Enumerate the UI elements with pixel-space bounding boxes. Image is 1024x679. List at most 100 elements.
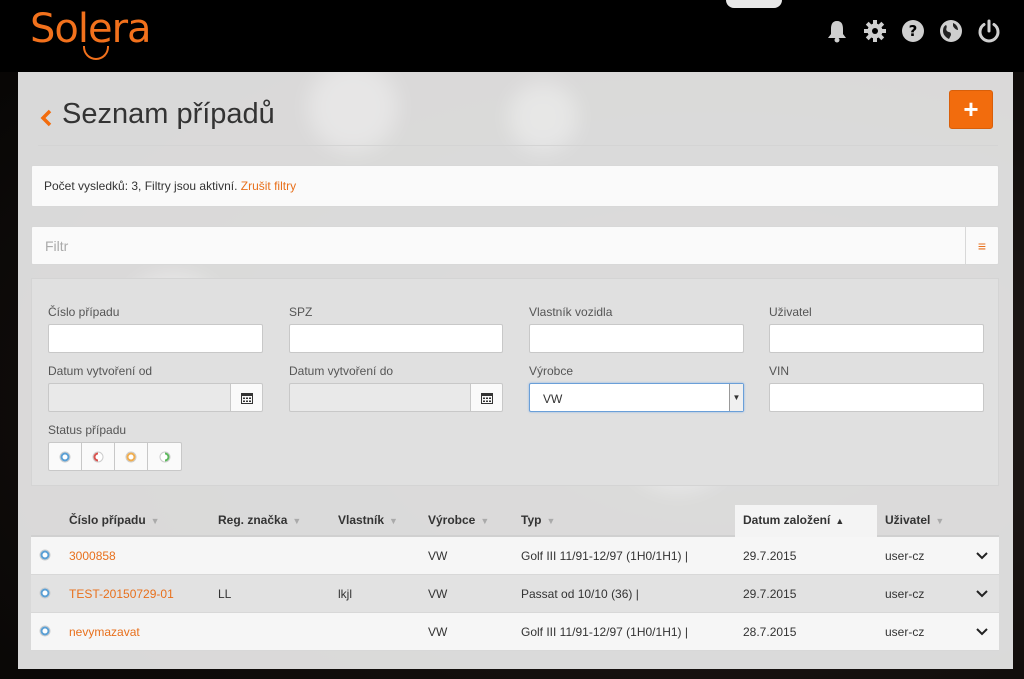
status-green-icon <box>159 451 170 462</box>
globe-icon[interactable] <box>938 18 964 44</box>
user-cell: user-cz <box>885 549 925 563</box>
status-orange-toggle[interactable] <box>115 443 148 470</box>
sort-caret-icon: ▼ <box>389 516 398 526</box>
calendar-icon <box>240 392 253 404</box>
sort-asc-icon: ▲ <box>835 516 845 526</box>
created-to-input[interactable] <box>289 383 471 412</box>
results-info: Počet vysledků: 3, Filtry jsou aktivní. … <box>31 165 999 207</box>
top-pull-tab[interactable] <box>726 0 782 8</box>
type-cell: Golf III 11/91-12/97 (1H0/1H1) | <box>521 625 688 639</box>
created-from-input[interactable] <box>48 383 231 412</box>
status-blue-icon <box>39 587 51 599</box>
filter-input[interactable] <box>32 227 966 264</box>
manufacturer-cell: VW <box>428 549 448 563</box>
sort-caret-icon: ▼ <box>546 516 556 526</box>
owner-cell: lkjl <box>338 587 352 601</box>
menu-icon: ≡ <box>977 237 987 254</box>
top-bar: Solera ? <box>0 0 1024 72</box>
add-case-button[interactable]: + <box>949 90 993 129</box>
vin-input[interactable] <box>769 383 984 412</box>
user-cell: user-cz <box>885 625 925 639</box>
top-icons: ? <box>824 18 1002 44</box>
expand-chevron-icon[interactable] <box>975 587 989 601</box>
col-type[interactable]: Typ ▼ <box>513 505 555 537</box>
page-title: Seznam případů <box>62 98 275 130</box>
gear-icon[interactable] <box>862 18 888 44</box>
created-from-label: Datum vytvoření od <box>48 364 153 378</box>
vin-label: VIN <box>769 364 790 378</box>
page-header: Seznam případů <box>38 90 998 146</box>
created-from-calendar-button[interactable] <box>230 383 263 412</box>
table-header: Číslo případu ▼ Reg. značka ▼ Vlastník ▼ Vý… <box>31 505 999 537</box>
table-row[interactable]: nevymazavat VW Golf III 11/91-12/97 (1H0… <box>31 613 999 651</box>
svg-text:?: ? <box>909 22 918 40</box>
sort-caret-icon: ▼ <box>935 516 945 526</box>
date-cell: 28.7.2015 <box>743 625 797 639</box>
status-toggle-group <box>48 442 182 471</box>
sort-caret-icon: ▼ <box>150 516 160 526</box>
case-number-link[interactable]: nevymazavat <box>69 613 140 651</box>
col-label: Vlastník <box>338 513 385 527</box>
owner-input[interactable] <box>529 324 744 353</box>
plate-cell: LL <box>218 587 232 601</box>
col-label: Datum založení <box>743 513 831 527</box>
status-red-icon <box>92 451 104 462</box>
status-label: Status případu <box>48 423 127 437</box>
filter-menu-button[interactable]: ≡ <box>965 227 998 264</box>
power-icon[interactable] <box>976 18 1002 44</box>
manufacturer-cell: VW <box>428 587 448 601</box>
logo-arc <box>83 46 109 60</box>
type-cell: Golf III 11/91-12/97 (1H0/1H1) | <box>521 549 688 563</box>
date-cell: 29.7.2015 <box>743 549 797 563</box>
results-info-text: Počet vysledků: 3, Filtry jsou aktivní. <box>44 179 238 193</box>
help-icon[interactable]: ? <box>900 18 926 44</box>
status-blue-icon <box>39 549 51 561</box>
status-blue-icon <box>39 625 51 637</box>
clear-filters-link[interactable]: Zrušit filtry <box>241 179 296 193</box>
col-label: Uživatel <box>885 513 931 527</box>
status-red-toggle[interactable] <box>82 443 115 470</box>
col-user[interactable]: Uživatel ▼ <box>877 505 944 537</box>
col-label: Reg. značka <box>218 513 288 527</box>
table-row[interactable]: 3000858 VW Golf III 11/91-12/97 (1H0/1H1… <box>31 537 999 575</box>
manufacturer-value: VW <box>543 392 563 406</box>
case-number-input[interactable] <box>48 324 263 353</box>
type-cell: Passat od 10/10 (36) | <box>521 587 639 601</box>
case-number-link[interactable]: TEST-20150729-01 <box>69 575 174 613</box>
created-to-calendar-button[interactable] <box>470 383 503 412</box>
col-manufacturer[interactable]: Výrobce ▼ <box>420 505 489 537</box>
filter-bar: ≡ <box>31 226 999 265</box>
status-green-toggle[interactable] <box>148 443 181 470</box>
user-cell: user-cz <box>885 587 925 601</box>
col-created-date[interactable]: Datum založení ▲ <box>735 505 877 537</box>
back-chevron-icon[interactable] <box>38 106 54 130</box>
manufacturer-select[interactable]: VW ▼ <box>529 383 744 412</box>
manufacturer-label: Výrobce <box>529 364 574 378</box>
date-cell: 29.7.2015 <box>743 587 797 601</box>
calendar-icon <box>480 392 493 404</box>
status-open-toggle[interactable] <box>49 443 82 470</box>
col-label: Typ <box>521 513 542 527</box>
manufacturer-cell: VW <box>428 625 448 639</box>
col-owner[interactable]: Vlastník ▼ <box>330 505 398 537</box>
main-panel: Seznam případů + Počet vysledků: 3, Filt… <box>18 72 1013 669</box>
advanced-filter-form: Číslo případu SPZ Vlastník vozidla Uživa… <box>31 278 999 486</box>
user-label: Uživatel <box>769 305 812 319</box>
status-blue-icon <box>59 451 71 462</box>
col-label: Číslo případu <box>69 513 146 527</box>
case-number-link[interactable]: 3000858 <box>69 537 116 575</box>
expand-chevron-icon[interactable] <box>975 549 989 563</box>
col-case-number[interactable]: Číslo případu ▼ <box>61 505 160 537</box>
user-input[interactable] <box>769 324 984 353</box>
bell-icon[interactable] <box>824 18 850 44</box>
owner-label: Vlastník vozidla <box>529 305 613 319</box>
expand-chevron-icon[interactable] <box>975 625 989 639</box>
cases-table: Číslo případu ▼ Reg. značka ▼ Vlastník ▼ Vý… <box>31 505 999 651</box>
col-plate[interactable]: Reg. značka ▼ <box>210 505 301 537</box>
col-label: Výrobce <box>428 513 476 527</box>
plate-input[interactable] <box>289 324 503 353</box>
table-row[interactable]: TEST-20150729-01 LL lkjl VW Passat od 10… <box>31 575 999 613</box>
status-orange-icon <box>125 451 137 462</box>
case-number-label: Číslo případu <box>48 305 120 319</box>
dropdown-arrow-icon: ▼ <box>729 384 743 411</box>
